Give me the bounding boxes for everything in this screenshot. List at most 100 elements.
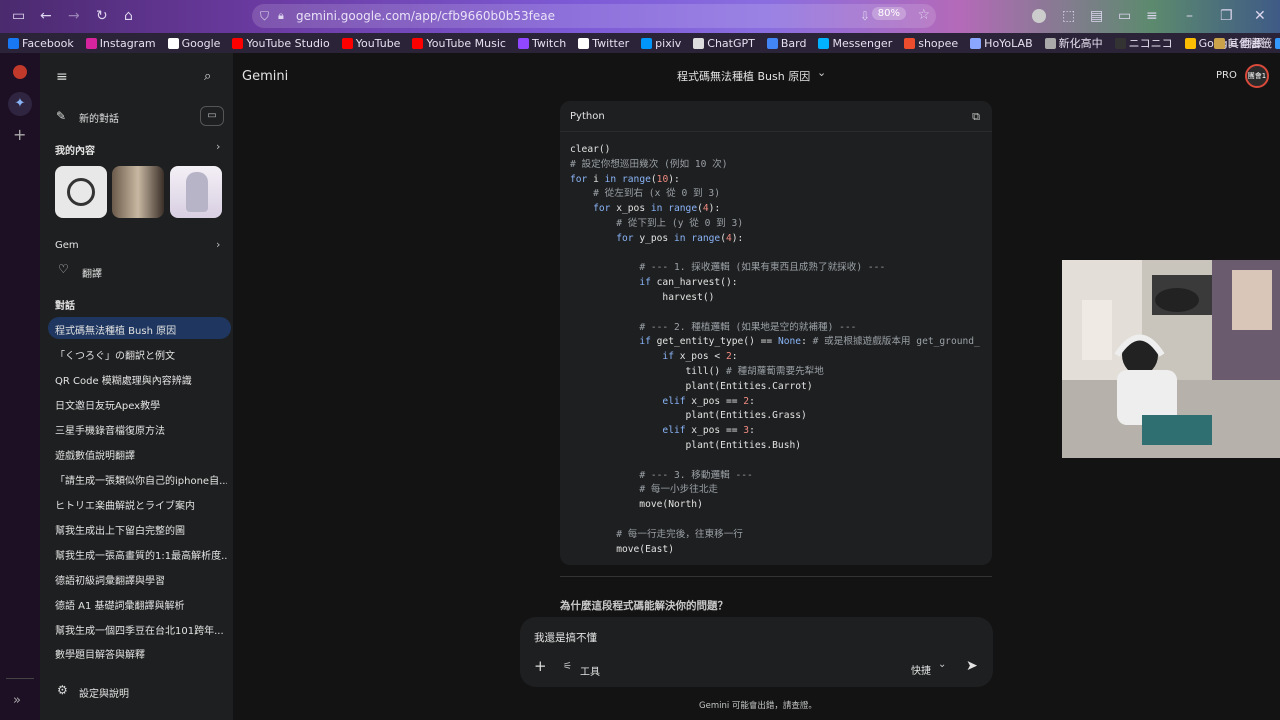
app-icon[interactable] [13, 65, 27, 79]
minimize-icon[interactable]: – [1186, 8, 1193, 24]
bookmark[interactable]: ChatGPT [693, 37, 755, 50]
bookmark[interactable]: icloud [1274, 37, 1280, 50]
bookmark[interactable]: shopee [904, 37, 958, 50]
gem-translate[interactable]: 翻譯 [82, 265, 254, 280]
expand-icon[interactable]: » [13, 693, 21, 708]
close-window-icon[interactable]: ✕ [1254, 8, 1266, 24]
browser-toolbar: ▭ ← → ↻ ⌂ ⛉ 🔒︎ gemini.google.com/app/cfb… [0, 0, 1280, 33]
chat-item[interactable]: 「請生成一張類似你自己的iphone自... [55, 472, 227, 487]
address-bar[interactable]: ⛉ 🔒︎ gemini.google.com/app/cfb9660b0b53f… [252, 4, 936, 28]
chat-item[interactable]: 幫我生成出上下留白完整的圖 [55, 522, 227, 537]
gemini-icon[interactable]: ✦ [8, 92, 32, 116]
code-line: # 每一小步往北走 [639, 484, 719, 496]
chat-item[interactable]: 程式碼無法種植 Bush 原因 [55, 322, 227, 337]
chat-item[interactable]: 幫我生成一個四季豆在台北101跨年... [55, 622, 227, 637]
bookmark[interactable]: HoYoLAB [970, 36, 1033, 50]
download-icon[interactable]: ⇩ [860, 8, 870, 24]
mode-selector[interactable]: 快捷 [911, 662, 931, 677]
bookmark-favicon-icon [412, 37, 424, 49]
url-text: gemini.google.com/app/cfb9660b0b53feae [296, 9, 555, 23]
edit-icon: ✎ [56, 109, 67, 123]
new-chat-button[interactable]: 新的對話 [79, 110, 251, 125]
bookmark[interactable]: Twitter [578, 37, 629, 50]
forward-icon[interactable]: → [68, 8, 80, 24]
settings-help-button[interactable]: 設定與說明 [79, 685, 251, 700]
heart-icon: ♡ [58, 262, 69, 276]
code-line: elif x_pos == 3: [662, 425, 755, 437]
code-line: move(East) [570, 543, 674, 555]
code-line: # 每一行走完後，往東移一行 [616, 528, 743, 540]
divider [560, 131, 992, 132]
chevron-down-icon[interactable]: ⌄ [938, 659, 946, 670]
maximize-icon[interactable]: ❐ [1220, 8, 1233, 24]
back-icon[interactable]: ← [40, 8, 52, 24]
other-bookmarks[interactable]: 其他書籤 [1214, 35, 1272, 51]
zoom-badge[interactable]: 80% [871, 7, 906, 20]
bookmark[interactable]: Instagram [85, 37, 156, 50]
extensions-icon[interactable]: ⬚ [1062, 8, 1075, 24]
bookmark[interactable]: pixiv [641, 37, 681, 50]
temporary-chat-icon[interactable]: ▭ [200, 106, 224, 126]
response-heading: 為什麼這段程式碼能解決你的問題？ [560, 600, 728, 612]
bookmark[interactable]: Messenger [818, 37, 892, 50]
chat-item[interactable]: 日文邀日友玩Apex教學 [55, 397, 227, 412]
chat-item[interactable]: ヒトリエ楽曲解説とライブ案内 [55, 497, 227, 512]
chat-item[interactable]: 遊戲數值說明翻譯 [55, 447, 227, 462]
bookmark[interactable]: Facebook [8, 37, 74, 50]
chat-item[interactable]: 幫我生成一張高畫質的1:1最高解析度... [55, 547, 227, 562]
bookmark[interactable]: YouTube Studio [232, 37, 330, 50]
send-icon[interactable]: ➤ [966, 658, 978, 674]
bookmark[interactable]: YouTube Music [412, 37, 506, 50]
content-thumbnail[interactable] [55, 166, 107, 218]
chevron-right-icon[interactable]: › [216, 238, 220, 251]
chevron-right-icon[interactable]: › [216, 140, 220, 153]
split-screen-icon[interactable]: ▭ [1118, 8, 1131, 24]
anime-character-icon [186, 172, 208, 212]
bookmark-favicon-icon [766, 37, 778, 49]
add-icon[interactable]: + [13, 125, 26, 144]
content-thumbnail[interactable] [170, 166, 222, 218]
bookmark-favicon-icon [1184, 37, 1196, 49]
reload-icon[interactable]: ↻ [96, 8, 108, 24]
bookmark[interactable]: Bard [766, 37, 806, 50]
bookmark-favicon-icon [85, 37, 97, 49]
bookmark-label: HoYoLAB [984, 36, 1033, 50]
home-icon[interactable]: ⌂ [124, 8, 133, 24]
lock-icon: 🔒︎ [278, 9, 284, 22]
add-icon[interactable]: + [534, 657, 547, 675]
chevron-down-icon[interactable]: ⌄ [817, 66, 826, 79]
bookmark[interactable]: YouTube [341, 37, 400, 50]
copy-icon[interactable]: ⧉ [972, 110, 980, 124]
prompt-input[interactable]: 我還是搞不懂 [534, 630, 597, 645]
code-line: plant(Entities.Bush) [570, 439, 802, 451]
chat-item[interactable]: 德語初級詞彙翻譯與學習 [55, 572, 227, 587]
collections-icon[interactable]: ▤ [1090, 8, 1103, 24]
bookmark-favicon-icon [641, 37, 653, 49]
chat-item[interactable]: QR Code 模糊處理與內容辨識 [55, 372, 227, 387]
bookmark-label: pixiv [655, 36, 682, 50]
left-rail: ✦ + » [0, 53, 40, 720]
code-line: move(North) [570, 499, 703, 511]
search-icon[interactable]: ⌕ [204, 69, 211, 84]
content-thumbnail[interactable] [112, 166, 164, 218]
profile-icon[interactable] [1032, 9, 1046, 23]
other-bookmarks-label: 其他書籤 [1228, 37, 1272, 50]
bookmark-favicon-icon [578, 37, 590, 49]
chat-item[interactable]: 數學題目解答與解釋 [55, 646, 227, 661]
hamburger-icon[interactable]: ≡ [56, 69, 68, 85]
star-icon[interactable]: ☆ [917, 7, 930, 23]
bookmark[interactable]: 新化高中 [1044, 35, 1103, 51]
tools-button[interactable]: 工具 [580, 663, 600, 678]
chat-item[interactable]: 三星手機錄音檔復原方法 [55, 422, 227, 437]
menu-icon[interactable]: ≡ [1146, 8, 1158, 24]
chat-item[interactable]: 「くつろぐ」の翻訳と例文 [55, 347, 227, 362]
bookmark[interactable]: Google [167, 37, 220, 50]
bookmark[interactable]: Twitch [517, 37, 566, 50]
bookmarks-bar: Facebook Instagram Google YouTube Studio… [0, 33, 1280, 53]
sidebar-toggle-icon[interactable]: ▭ [12, 8, 25, 24]
bookmark[interactable]: ニコニコ [1114, 35, 1173, 51]
avatar[interactable]: 團會1 [1245, 64, 1269, 88]
chat-title[interactable]: 程式碼無法種植 Bush 原因 [677, 68, 810, 84]
bookmark-favicon-icon [970, 37, 982, 49]
chat-item[interactable]: 德語 A1 基礎詞彙翻譯與解析 [55, 597, 227, 612]
